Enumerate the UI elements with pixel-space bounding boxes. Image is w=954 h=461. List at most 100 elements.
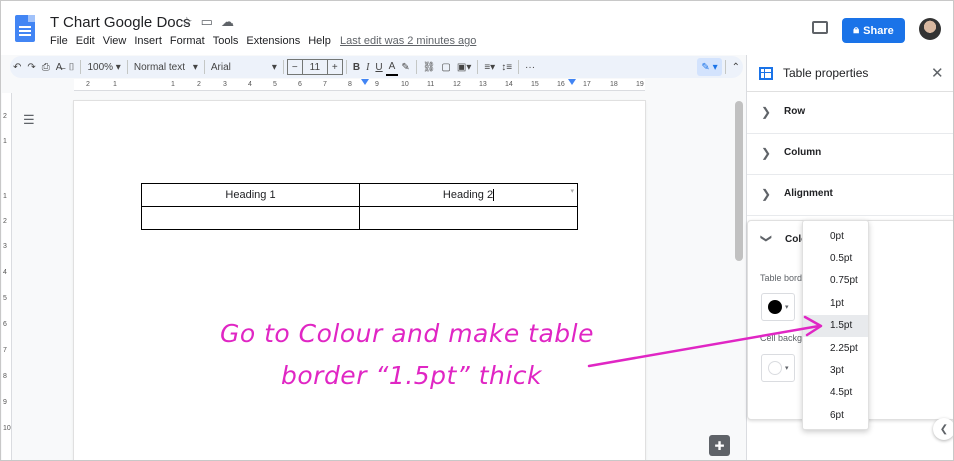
line-spacing-icon[interactable]: ↕≡ (498, 58, 515, 76)
menubar: File Edit View Insert Format Tools Exten… (50, 35, 339, 47)
ruler-tick: 1 (3, 193, 7, 200)
close-icon[interactable]: ✕ (931, 64, 944, 82)
menu-edit[interactable]: Edit (76, 35, 95, 47)
dropdown-option[interactable]: 1pt (803, 292, 868, 314)
doc-title[interactable]: T Chart Google Docs (50, 14, 191, 31)
editing-mode-button[interactable]: ✎ ▾ (697, 58, 722, 76)
print-icon[interactable]: ⎙ (39, 58, 53, 76)
dropdown-option[interactable]: 0pt (803, 225, 868, 247)
ruler-tick: 6 (3, 321, 7, 328)
doc-table[interactable]: Heading 1 Heading 2 ▾ (141, 183, 578, 230)
scrollbar-thumb[interactable] (735, 101, 743, 261)
bold-button[interactable]: B (350, 58, 363, 76)
highlight-icon[interactable]: ✎ (398, 58, 412, 76)
menu-view[interactable]: View (103, 35, 127, 47)
ruler-tick: 8 (3, 373, 7, 380)
menu-format[interactable]: Format (170, 35, 205, 47)
lock-icon: 🔒︎ (853, 24, 860, 36)
ruler-tick: 2 (197, 81, 201, 88)
ruler-tick: 1 (3, 138, 7, 145)
section-row[interactable]: ❯ Row (747, 93, 953, 134)
dropdown-option[interactable]: 2.25pt (803, 337, 868, 359)
dropdown-option[interactable]: 6pt (803, 404, 868, 426)
ruler-tick: 3 (223, 81, 227, 88)
table-cell[interactable] (141, 206, 360, 230)
add-comment-icon[interactable]: ✚ (709, 435, 730, 456)
chevron-down-icon[interactable]: ❯ (760, 234, 773, 243)
zoom-select[interactable]: 100% ▾ (84, 58, 123, 76)
border-color-button[interactable]: ▾ (761, 293, 795, 321)
italic-button[interactable]: I (363, 58, 372, 76)
table-cell[interactable] (359, 206, 578, 230)
dropdown-option[interactable]: 0.5pt (803, 247, 868, 269)
more-options-button[interactable]: ··· (522, 58, 538, 76)
menu-tools[interactable]: Tools (213, 35, 239, 47)
ruler-tick: 1 (113, 81, 117, 88)
background-color-button[interactable]: ▾ (761, 354, 795, 382)
divider (126, 60, 128, 74)
table-cell[interactable]: Heading 2 ▾ (359, 183, 578, 207)
document-page[interactable]: Heading 1 Heading 2 ▾ (74, 101, 645, 460)
vertical-ruler[interactable]: 2 1 1 2 3 4 5 6 7 8 9 10 (2, 93, 12, 460)
section-label[interactable]: Colour (785, 234, 803, 245)
collapse-menus-icon[interactable]: ⌃ (729, 58, 743, 76)
table-cell[interactable]: Heading 1 (141, 183, 360, 207)
menu-extensions[interactable]: Extensions (246, 35, 300, 47)
font-size-input[interactable]: 11 (302, 59, 327, 75)
chevron-left-icon[interactable]: ❮ (933, 418, 953, 440)
font-size-decrease-button[interactable]: − (286, 59, 303, 75)
insert-image-icon[interactable]: ▣▾ (454, 58, 474, 76)
star-icon[interactable]: ☆ (181, 14, 193, 30)
dropdown-option[interactable]: 3pt (803, 359, 868, 381)
ruler-tick: 2 (3, 218, 7, 225)
annotation-line-2: border “1.5pt” thick (281, 361, 543, 390)
comment-history-icon[interactable] (812, 21, 828, 34)
spellcheck-icon[interactable]: A̶ (53, 58, 66, 76)
cell-menu-icon[interactable]: ▾ (570, 187, 574, 195)
ruler-tick: 14 (505, 81, 513, 88)
divider (724, 60, 726, 74)
style-select[interactable]: Normal text ▾ (131, 58, 201, 76)
document-outline-icon[interactable]: ☰ (23, 112, 35, 128)
move-folder-icon[interactable]: ▭ (201, 14, 213, 30)
menu-insert[interactable]: Insert (134, 35, 162, 47)
undo-icon[interactable]: ↶ (10, 58, 24, 76)
ruler-tick: 7 (323, 81, 327, 88)
insert-comment-icon[interactable]: ▢ (438, 58, 453, 76)
link-icon[interactable]: ⛓ (420, 58, 439, 76)
ruler-tick: 3 (3, 243, 7, 250)
menu-help[interactable]: Help (308, 35, 331, 47)
chevron-right-icon: ❯ (761, 187, 772, 201)
paint-format-icon[interactable]: ⌷ (65, 58, 77, 76)
font-size-increase-button[interactable]: + (326, 59, 343, 75)
dropdown-option[interactable]: 4.5pt (803, 382, 868, 404)
menu-file[interactable]: File (50, 35, 68, 47)
cloud-status-icon[interactable]: ☁ (221, 14, 234, 30)
last-edit-link[interactable]: Last edit was 2 minutes ago (340, 35, 476, 47)
dropdown-option[interactable]: 0.75pt (803, 270, 868, 292)
ruler-tick: 18 (610, 81, 618, 88)
cell-background-label: Cell background colour (760, 333, 804, 343)
horizontal-ruler[interactable]: 2 1 1 2 3 4 5 6 7 8 9 10 11 12 13 14 15 … (74, 79, 645, 91)
avatar[interactable] (919, 18, 941, 40)
font-select[interactable]: Arial ▾ (208, 58, 280, 76)
table-row (141, 206, 578, 230)
section-column[interactable]: ❯ Column (747, 134, 953, 175)
table-row: Heading 1 Heading 2 ▾ (141, 183, 578, 207)
docs-logo-icon[interactable] (15, 15, 35, 42)
share-button[interactable]: 🔒︎ Share (842, 18, 905, 43)
indent-marker[interactable] (361, 79, 369, 85)
chevron-right-icon: ❯ (761, 105, 772, 119)
right-indent-marker[interactable] (568, 79, 576, 85)
caret-down-icon: ▾ (785, 304, 789, 311)
redo-icon[interactable]: ↷ (24, 58, 38, 76)
dropdown-option-selected[interactable]: 1.5pt (803, 314, 868, 337)
ruler-tick: 15 (531, 81, 539, 88)
ruler-tick: 6 (298, 81, 302, 88)
align-icon[interactable]: ≡▾ (481, 58, 498, 76)
text-color-button[interactable]: A (385, 58, 399, 76)
underline-button[interactable]: U (372, 58, 385, 76)
ruler-tick: 16 (557, 81, 565, 88)
ruler-tick: 9 (375, 81, 379, 88)
section-alignment[interactable]: ❯ Alignment (747, 175, 953, 216)
